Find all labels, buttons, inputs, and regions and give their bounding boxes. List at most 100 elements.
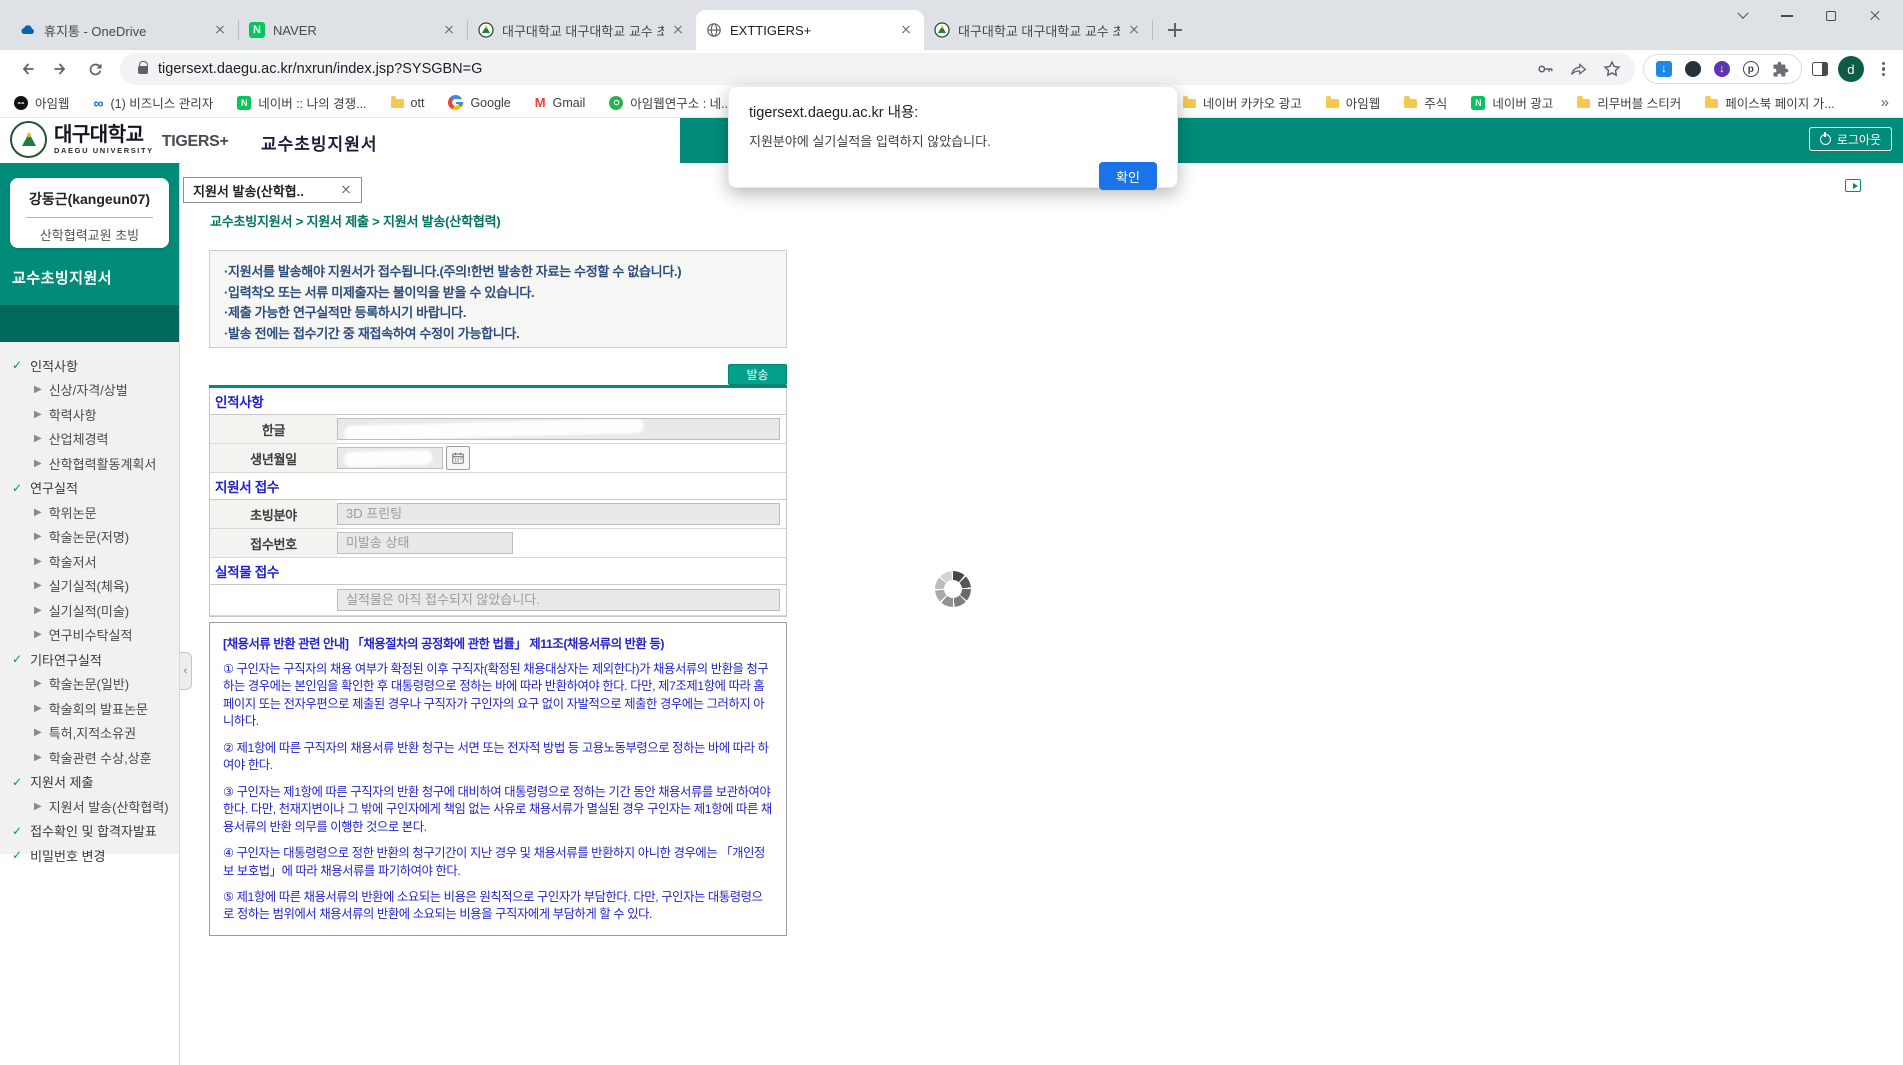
submenu-practical-sports[interactable]: ▶실기실적(체육) <box>0 574 179 599</box>
submenu-academic-awards[interactable]: ▶학술관련 수상,상훈 <box>0 745 179 770</box>
browser-menu-icon[interactable] <box>1882 62 1885 77</box>
hangul-label: 한글 <box>210 415 337 443</box>
arrow-icon: ▶ <box>34 556 42 567</box>
bookmark-star-icon[interactable] <box>1603 60 1621 78</box>
bookmark-naver-my[interactable]: N 네이버 :: 나의 경쟁... <box>237 93 366 112</box>
tab-close-icon[interactable] <box>212 22 228 38</box>
browser-toolbar: tigersext.daegu.ac.kr/nxrun/index.jsp?SY… <box>0 50 1903 88</box>
new-tab-button[interactable] <box>1161 16 1189 44</box>
menu-receipt-confirm[interactable]: ✓접수확인 및 합격자발표 <box>0 819 179 844</box>
password-key-icon[interactable] <box>1536 60 1554 78</box>
tab-search-icon[interactable] <box>1721 2 1765 30</box>
receipt-number-input[interactable]: 미발송 상태 <box>337 532 513 554</box>
purple-downloader-icon[interactable]: ↓ <box>1714 61 1730 77</box>
hangul-input[interactable] <box>337 418 780 440</box>
arrow-icon: ▶ <box>34 727 42 738</box>
back-icon[interactable] <box>10 54 44 84</box>
daegu-university-icon <box>478 22 494 38</box>
browser-tab-daegu-2[interactable]: 대구대학교 대구대학교 교수 초 <box>924 10 1152 50</box>
tab-close-icon[interactable] <box>898 22 914 38</box>
browser-tab-exttigers-active[interactable]: EXTTIGERS+ <box>696 10 924 50</box>
browser-tab-naver[interactable]: N NAVER <box>239 10 467 50</box>
sidebar-section-title: 교수초빙지원서 <box>12 267 112 288</box>
bookmark-folder-stocks[interactable]: 주식 <box>1404 93 1447 112</box>
artifact-status-input[interactable]: 실적물은 아직 접수되지 않았습니다. <box>337 589 780 611</box>
bookmark-business-manager[interactable]: ∞ (1) 비즈니스 관리자 <box>94 93 214 112</box>
bookmark-google[interactable]: Google <box>448 95 510 110</box>
dark-extension-icon[interactable] <box>1685 61 1701 77</box>
bookmark-folder-imweb[interactable]: 아임웹 <box>1326 93 1381 112</box>
submenu-personal-record[interactable]: ▶신상/자격/상벌 <box>0 378 179 403</box>
birthdate-input[interactable] <box>337 447 443 469</box>
divider <box>26 217 153 218</box>
alert-dialog-message: 지원분야에 실기실적을 입력하지 않았습니다. <box>749 131 1157 150</box>
submenu-research-funds[interactable]: ▶연구비수탁실적 <box>0 623 179 648</box>
bookmark-folder-removable-sticker[interactable]: 리무버블 스티커 <box>1577 93 1681 112</box>
submenu-conference-papers[interactable]: ▶학술회의 발표논문 <box>0 696 179 721</box>
bookmark-gmail[interactable]: M Gmail <box>535 95 586 110</box>
download-manager-icon[interactable]: ↓ <box>1656 61 1672 77</box>
url-bar[interactable]: tigersext.daegu.ac.kr/nxrun/index.jsp?SY… <box>120 53 1635 85</box>
p-badge-icon[interactable]: p <box>1743 61 1759 77</box>
menu-personal-info[interactable]: ✓인적사항 <box>0 353 179 378</box>
tab-strip: 휴지통 - OneDrive N NAVER 대구대학교 대구대학교 교수 초 … <box>0 0 1903 50</box>
calendar-button[interactable] <box>446 446 470 470</box>
bookmarks-overflow-icon[interactable]: » <box>1881 94 1889 111</box>
alert-dialog: tigersext.daegu.ac.kr 내용: 지원분야에 실기실적을 입력… <box>728 86 1178 188</box>
bookmark-naver-ads[interactable]: N 네이버 광고 <box>1471 93 1553 112</box>
bookmark-folder-naver-kakao-ads[interactable]: 네이버 카카오 광고 <box>1183 93 1302 112</box>
tigers-brand: TIGERS+ <box>162 133 229 151</box>
forward-icon[interactable] <box>44 54 78 84</box>
folder-icon <box>1404 99 1417 109</box>
share-icon[interactable] <box>1570 61 1587 78</box>
university-name-en: DAEGU UNIVERSITY <box>54 146 154 155</box>
notice-line: ·제출 가능한 연구실적만 등록하시기 바랍니다. <box>224 303 772 324</box>
maximize-icon[interactable] <box>1809 2 1853 30</box>
bookmark-folder-ott[interactable]: ott <box>391 96 425 110</box>
menu-other-research[interactable]: ✓기타연구실적 <box>0 647 179 672</box>
submenu-send-application[interactable]: ▶지원서 발송(산학협력) <box>0 794 179 819</box>
submenu-journal-general[interactable]: ▶학술논문(일반) <box>0 672 179 697</box>
sidebar-collapse-handle[interactable]: ‹ <box>180 652 192 690</box>
logout-button[interactable]: 로그아웃 <box>1809 127 1892 151</box>
extensions-puzzle-icon[interactable] <box>1772 61 1789 78</box>
menu-application-submit[interactable]: ✓지원서 제출 <box>0 770 179 795</box>
browser-tab-daegu-1[interactable]: 대구대학교 대구대학교 교수 초 <box>468 10 696 50</box>
reload-icon[interactable] <box>78 54 112 84</box>
check-icon: ✓ <box>12 652 22 666</box>
bookmark-imweb[interactable]: 아임웹 <box>14 93 70 112</box>
arrow-icon: ▶ <box>34 409 42 420</box>
browser-tab-onedrive[interactable]: 휴지통 - OneDrive <box>10 10 238 50</box>
confirm-button[interactable]: 확인 <box>1099 162 1157 190</box>
send-button[interactable]: 발송 <box>728 364 787 385</box>
close-icon[interactable] <box>1853 2 1897 30</box>
submenu-industry-coop-plan[interactable]: ▶산학협력활동계획서 <box>0 451 179 476</box>
submenu-education[interactable]: ▶학력사항 <box>0 402 179 427</box>
menu-password-change[interactable]: ✓비밀번호 변경 <box>0 843 179 868</box>
profile-avatar[interactable]: d <box>1838 56 1864 82</box>
bookmark-label: 네이버 :: 나의 경쟁... <box>258 93 366 112</box>
minimize-icon[interactable] <box>1765 2 1809 30</box>
alert-dialog-title: tigersext.daegu.ac.kr 내용: <box>749 101 1157 122</box>
side-panel-icon[interactable] <box>1812 62 1828 76</box>
university-logo[interactable]: 대구대학교 DAEGU UNIVERSITY TIGERS+ <box>10 121 229 158</box>
submenu-practical-art[interactable]: ▶실기실적(미술) <box>0 598 179 623</box>
arrow-icon: ▶ <box>34 703 42 714</box>
tab-close-icon[interactable] <box>1126 22 1142 38</box>
invite-field-input[interactable]: 3D 프린팅 <box>337 503 780 525</box>
tab-close-icon[interactable] <box>441 22 457 38</box>
menu-research-achievements[interactable]: ✓연구실적 <box>0 476 179 501</box>
bookmark-label: 네이버 광고 <box>1492 93 1553 112</box>
content-tab[interactable]: 지원서 발송(산학협.. <box>183 177 362 203</box>
tab-close-icon[interactable] <box>670 22 686 38</box>
submenu-academic-books[interactable]: ▶학술저서 <box>0 549 179 574</box>
submenu-patents[interactable]: ▶특허,지적소유권 <box>0 721 179 746</box>
bookmark-folder-facebook-page[interactable]: 페이스북 페이지 가... <box>1705 93 1834 112</box>
bookmark-imweb-lab[interactable]: 아임웹연구소 : 네... <box>609 93 731 112</box>
open-new-window-icon[interactable] <box>1845 179 1861 192</box>
submenu-degree-thesis[interactable]: ▶학위논문 <box>0 500 179 525</box>
legal-notice-box: [채용서류 반환 관련 안내] 「채용절차의 공정화에 관한 법률」 제11조(… <box>209 622 787 936</box>
submenu-industry-career[interactable]: ▶산업체경력 <box>0 427 179 452</box>
submenu-journal-renowned[interactable]: ▶학술논문(저명) <box>0 525 179 550</box>
content-tab-close-icon[interactable] <box>340 184 352 196</box>
